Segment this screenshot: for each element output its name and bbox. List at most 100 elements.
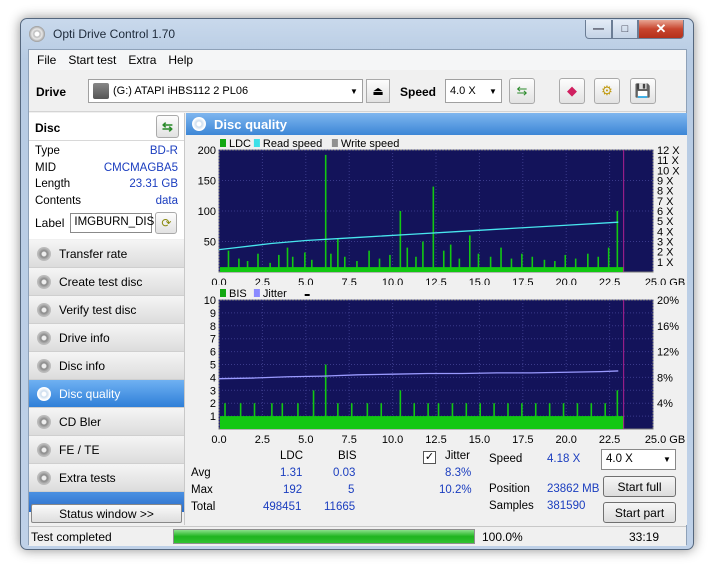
minimize-button[interactable]: —	[585, 20, 612, 39]
status-window-button[interactable]: Status window >>	[31, 504, 182, 523]
disc-icon	[37, 414, 51, 429]
nav-item-label: Drive info	[59, 330, 110, 345]
nav-item-label: FE / TE	[59, 442, 100, 457]
drive-select-value: (G:) ATAPI iHBS112 2 PL06	[113, 85, 249, 97]
data-bar	[271, 403, 273, 429]
legend-label: BIS	[229, 288, 247, 300]
y-tick-label: 8	[210, 321, 216, 333]
save-icon[interactable]: 💾	[630, 78, 656, 104]
main-title: Disc quality	[214, 116, 287, 132]
drive-icon	[93, 83, 109, 99]
x-tick-label: 2.5	[255, 277, 270, 285]
title-bar: Opti Drive Control 1.70 — □ ✕	[21, 19, 693, 49]
apply-label-button[interactable]: ⟳	[155, 212, 178, 234]
data-bar	[246, 261, 249, 272]
data-bar	[238, 258, 240, 272]
erase-icon[interactable]: ◆	[559, 78, 585, 104]
data-bar	[227, 250, 230, 272]
progress-bar	[173, 529, 475, 544]
y-tick-label: 10	[204, 295, 216, 307]
speed-select[interactable]: 4.0 X ▼	[445, 79, 502, 103]
menu-file[interactable]: File	[31, 50, 62, 70]
x-tick-label: 25.0 GB	[645, 434, 685, 446]
menu-help[interactable]: Help	[162, 50, 199, 70]
disc-icon	[37, 470, 51, 485]
data-bar	[510, 258, 513, 272]
nav-item-transfer-rate[interactable]: Transfer rate	[29, 240, 184, 268]
x-tick-label: 7.5	[342, 277, 357, 285]
data-bar	[432, 186, 435, 272]
nav-item-cd-bler[interactable]: CD Bler	[29, 408, 184, 436]
data-bar	[590, 403, 593, 429]
status-bar: Test completed 100.0% 33:19	[29, 526, 686, 546]
refresh-disc-button[interactable]: ⇆	[156, 115, 179, 138]
speed-stat-label: Speed	[489, 453, 523, 465]
avg-label: Avg	[191, 467, 211, 479]
data-bar	[350, 403, 353, 429]
app-window: Opti Drive Control 1.70 — □ ✕ File Start…	[20, 18, 694, 550]
menu-extra[interactable]: Extra	[122, 50, 162, 70]
start-part-button[interactable]: Start part	[603, 502, 676, 523]
refresh-drive-button[interactable]: ⇆	[509, 78, 535, 104]
data-bar	[312, 390, 315, 429]
settings-icon[interactable]: ⚙	[594, 78, 620, 104]
test-speed-select[interactable]: 4.0 X ▼	[601, 449, 676, 470]
close-button[interactable]: ✕	[638, 20, 684, 39]
nav-item-disc-info[interactable]: Disc info	[29, 352, 184, 380]
x-tick-label: 20.0	[555, 434, 576, 446]
data-bar	[368, 250, 370, 272]
data-bar	[324, 364, 327, 429]
disc-info: Type BD-R MID CMCMAGBA5 Length 23.31 GB Con…	[29, 141, 184, 239]
max-jitter: 10.2%	[439, 484, 472, 496]
data-bar	[616, 211, 619, 272]
nav-item-extra-tests[interactable]: Extra tests	[29, 464, 184, 492]
data-bar	[343, 256, 346, 272]
x-tick-label: 20.0	[555, 277, 576, 285]
data-bar	[562, 403, 565, 429]
y-tick-label: 200	[198, 145, 216, 157]
disc-icon	[37, 442, 51, 457]
speed-label: Speed	[400, 85, 437, 99]
test-speed-value: 4.0 X	[606, 453, 633, 465]
nav-item-create-test-disc[interactable]: Create test disc	[29, 268, 184, 296]
x-tick-label: 2.5	[255, 434, 270, 446]
menu-start-test[interactable]: Start test	[62, 50, 122, 70]
data-bar	[399, 211, 402, 272]
x-tick-label: 0.0	[211, 434, 226, 446]
start-full-button[interactable]: Start full	[603, 476, 676, 497]
max-label: Max	[191, 484, 213, 496]
nav-item-disc-quality[interactable]: Disc quality	[29, 380, 184, 408]
nav-item-drive-info[interactable]: Drive info	[29, 324, 184, 352]
data-bar	[291, 256, 294, 272]
y2-tick-label: 1 X	[657, 257, 674, 269]
chevron-down-icon: ▼	[350, 86, 358, 96]
x-tick-label: 5.0	[298, 434, 313, 446]
drive-select[interactable]: (G:) ATAPI iHBS112 2 PL06 ▼	[88, 79, 363, 103]
maximize-button[interactable]: □	[612, 20, 638, 39]
data-bar	[380, 403, 383, 429]
data-bar	[257, 253, 259, 272]
data-bar	[574, 258, 577, 272]
jitter-checkbox[interactable]: ✓	[423, 451, 436, 464]
data-bar	[389, 254, 391, 272]
y2-tick-label: 12%	[657, 347, 679, 359]
data-baseline	[220, 267, 624, 272]
disc-contents-row: Contents data	[35, 194, 178, 207]
disc-label-key: Label	[35, 216, 65, 230]
disc-icon	[37, 330, 51, 345]
nav-item-verify-test-disc[interactable]: Verify test disc	[29, 296, 184, 324]
test-nav: Transfer rate Create test disc Verify test…	[29, 240, 184, 512]
nav-item-fe-te[interactable]: FE / TE	[29, 436, 184, 464]
eject-button[interactable]: ⏏	[366, 79, 390, 103]
disc-label-input[interactable]: IMGBURN_DIS	[70, 213, 154, 233]
nav-item-label: Disc quality	[59, 386, 121, 401]
legend-swatch	[253, 289, 260, 297]
progress-percent: 100.0%	[482, 530, 523, 544]
data-bar	[531, 256, 534, 272]
data-bar	[521, 403, 523, 429]
position-value: 23862 MB	[547, 483, 600, 495]
disc-type-row: Type BD-R	[35, 145, 178, 157]
y-tick-label: 50	[204, 237, 216, 249]
y-tick-label: 4	[210, 372, 216, 384]
data-bar	[253, 403, 256, 429]
